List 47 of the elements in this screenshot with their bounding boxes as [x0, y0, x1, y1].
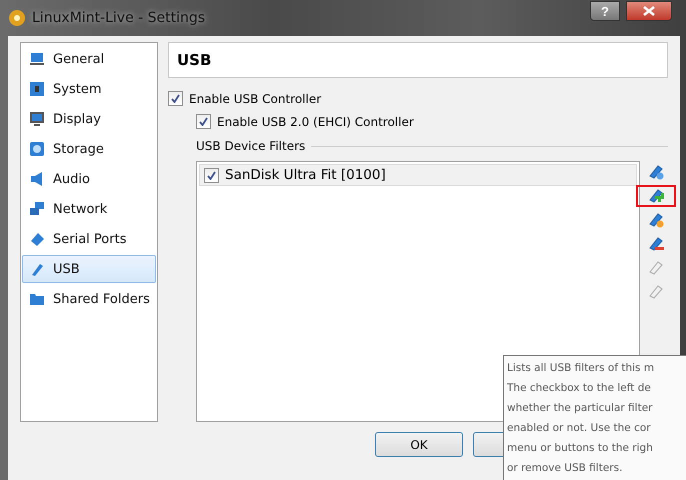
- tooltip-text: menu or buttons to the righ: [507, 441, 654, 456]
- section-label: USB Device Filters: [196, 139, 306, 153]
- sidebar-item[interactable]: Storage: [22, 135, 156, 163]
- usb-icon: [648, 212, 664, 228]
- toolbar-button[interactable]: [636, 185, 676, 207]
- general-icon: [29, 51, 45, 67]
- sidebar-item[interactable]: USB: [22, 255, 156, 283]
- tooltip-text: or remove USB filters.: [507, 461, 624, 476]
- tooltip-text: Lists all USB filters of this m: [507, 361, 656, 376]
- sidebar-item[interactable]: Serial Ports: [22, 225, 156, 253]
- page-title: USB: [168, 42, 668, 78]
- usb-add-icon: [648, 188, 664, 204]
- check-icon: [199, 117, 208, 126]
- close-button[interactable]: [626, 1, 672, 21]
- usb-icon: [648, 260, 664, 276]
- audio-icon: [29, 171, 45, 187]
- filter-item[interactable]: SanDisk Ultra Fit [0100]: [199, 164, 637, 186]
- checkbox-label: Enable USB Controller: [189, 92, 322, 106]
- folder-icon: [29, 291, 45, 307]
- usb-remove-icon: [648, 236, 664, 252]
- network-icon: [29, 201, 45, 217]
- storage-icon: [29, 141, 45, 157]
- tooltip-text: enabled or not. Use the cor: [507, 421, 652, 436]
- usb-add-icon: [648, 164, 664, 180]
- system-icon: [29, 81, 45, 97]
- sidebar-item[interactable]: Shared Folders: [22, 285, 156, 313]
- filter-label: SanDisk Ultra Fit [0100]: [225, 167, 386, 183]
- usb-icon: [648, 284, 664, 300]
- serial-icon: [29, 231, 45, 247]
- sidebar-item[interactable]: Network: [22, 195, 156, 223]
- sidebar-item[interactable]: Display: [22, 105, 156, 133]
- checkbox[interactable]: [168, 91, 183, 106]
- tooltip-text: The checkbox to the left de: [507, 381, 652, 396]
- check-icon: [207, 170, 216, 180]
- check-icon: [171, 94, 180, 103]
- window-title: LinuxMint-Live - Settings: [32, 10, 206, 26]
- sidebar-item[interactable]: Audio: [22, 165, 156, 193]
- ok-button[interactable]: OK: [375, 432, 463, 457]
- checkbox-label: Enable USB 2.0 (EHCI) Controller: [217, 114, 414, 128]
- sidebar-item[interactable]: General: [22, 45, 156, 73]
- checkbox[interactable]: [204, 168, 219, 182]
- close-icon: [643, 6, 655, 16]
- usb-icon: [29, 261, 45, 277]
- display-icon: [29, 111, 45, 127]
- sidebar-item[interactable]: System: [22, 75, 156, 103]
- tooltip-text: whether the particular filter: [507, 401, 654, 416]
- checkbox[interactable]: [196, 114, 211, 129]
